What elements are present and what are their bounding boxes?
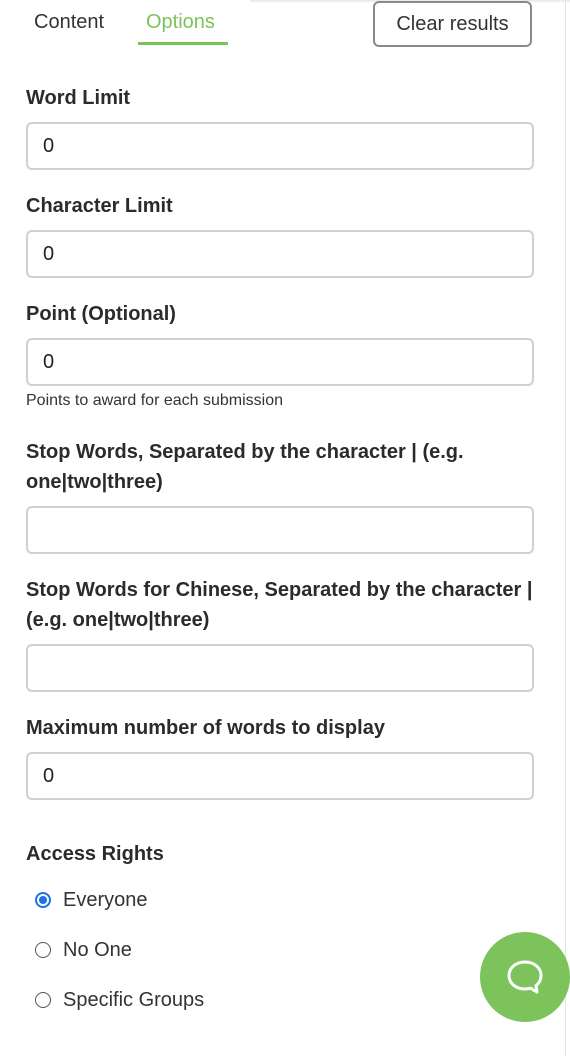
stop-words-chinese-input[interactable]	[26, 644, 534, 692]
tab-options[interactable]: Options	[146, 8, 215, 36]
access-no-one-label: No One	[63, 938, 132, 961]
tab-content[interactable]: Content	[34, 8, 104, 36]
character-limit-label: Character Limit	[26, 195, 173, 217]
character-limit-input[interactable]	[26, 230, 534, 278]
stop-words-input[interactable]	[26, 506, 534, 554]
word-limit-input[interactable]	[26, 122, 534, 170]
point-label: Point (Optional)	[26, 303, 176, 325]
radio-everyone[interactable]	[35, 892, 51, 908]
radio-specific-groups[interactable]	[35, 992, 51, 1008]
clear-results-button[interactable]: Clear results	[373, 1, 532, 47]
access-specific-groups-option[interactable]: Specific Groups	[33, 985, 204, 1015]
max-words-input[interactable]	[26, 752, 534, 800]
max-words-label: Maximum number of words to display	[26, 717, 385, 739]
word-limit-label: Word Limit	[26, 87, 131, 109]
chat-bubble-icon	[507, 960, 543, 994]
access-specific-groups-label: Specific Groups	[63, 988, 205, 1011]
point-hint: Points to award for each submission	[26, 392, 284, 409]
stop-words-label: Stop Words, Separated by the character |…	[26, 441, 464, 493]
access-no-one-option[interactable]: No One	[33, 935, 132, 965]
options-panel: Content Options Clear results Word Limit…	[0, 0, 570, 1056]
stop-words-chinese-label: Stop Words for Chinese, Separated by the…	[26, 579, 533, 631]
panel-edge-divider	[565, 0, 566, 1056]
radio-no-one[interactable]	[35, 942, 51, 958]
point-input[interactable]	[26, 338, 534, 386]
chat-button[interactable]	[480, 932, 570, 1022]
access-everyone-label: Everyone	[63, 888, 148, 911]
access-rights-label: Access Rights	[26, 843, 164, 865]
access-everyone-option[interactable]: Everyone	[33, 885, 148, 915]
active-tab-indicator	[138, 42, 228, 45]
